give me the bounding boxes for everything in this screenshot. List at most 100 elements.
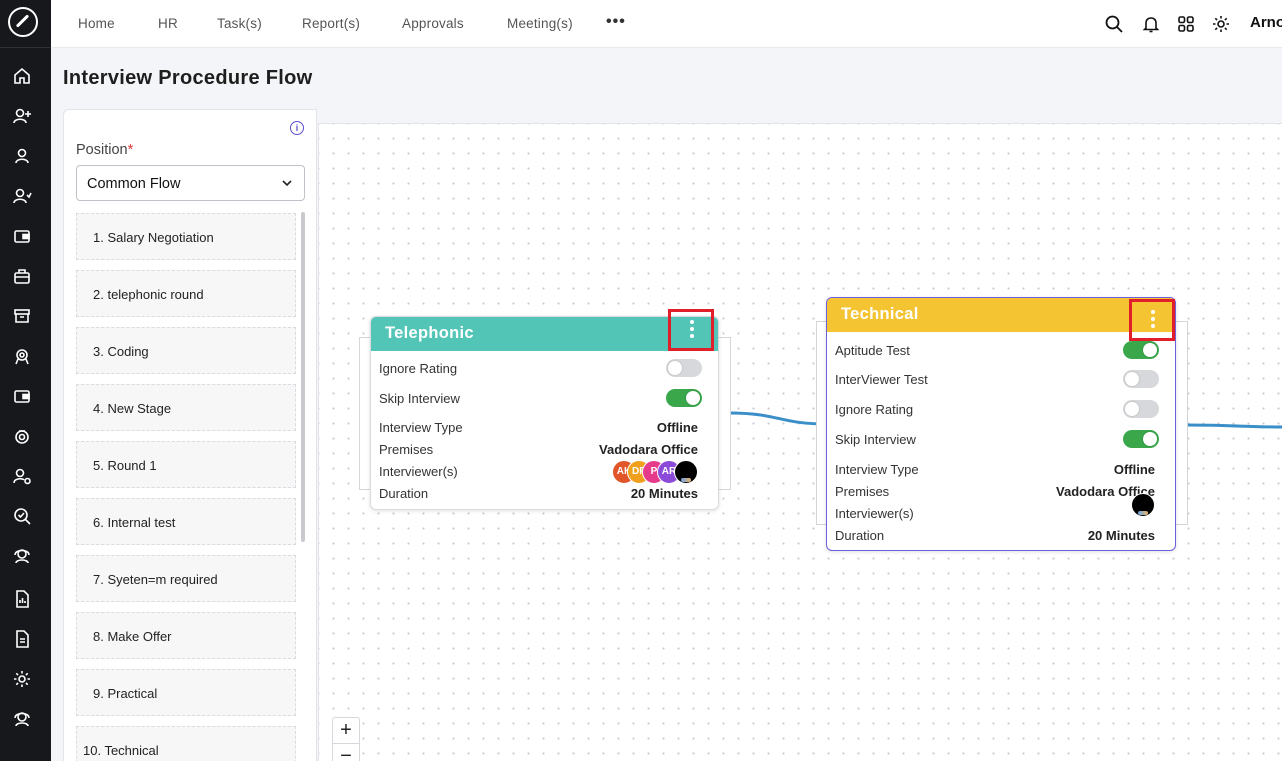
duration-row: Duration 20 Minutes [835,528,1167,546]
interview-type-value: Offline [1113,462,1155,477]
document-icon[interactable] [12,629,32,649]
gear-icon[interactable] [1211,14,1231,34]
interviewer-avatars: AK DP P AR [612,460,702,484]
ignore-rating-toggle[interactable] [1123,400,1159,418]
settings-icon[interactable] [12,669,32,689]
interview-type-label: Interview Type [835,462,919,477]
interviewer-test-label: InterViewer Test [835,372,928,387]
skip-interview-row: Skip Interview [835,430,1167,450]
stage-item[interactable]: 3. Coding [76,327,296,374]
premises-value: Vadodara Office [599,442,698,457]
interviewer-avatars [1069,493,1159,517]
skip-interview-label: Skip Interview [835,432,916,447]
user-settings-icon[interactable] [12,466,32,486]
stage-item[interactable]: 1. Salary Negotiation [76,213,296,260]
duration-label: Duration [835,528,885,543]
user-name[interactable]: Arno [1250,14,1282,31]
duration-label: Duration [379,486,429,501]
telephonic-node-title: Telephonic [385,324,474,342]
kebab-dot [1151,317,1155,321]
technical-more-menu-button[interactable] [1129,299,1175,341]
chevron-down-icon [282,180,292,187]
kebab-dot [1151,310,1155,314]
user-icon[interactable] [12,146,32,166]
position-label: Position* [76,142,133,158]
search-icon[interactable] [1104,14,1124,34]
kebab-dot [690,320,694,324]
interview-type-label: Interview Type [379,420,463,435]
stage-item[interactable]: 9. Practical [76,669,296,716]
report-icon[interactable] [12,589,32,609]
search-check-icon[interactable] [12,506,32,526]
edge-telephonic-technical [728,411,828,426]
aptitude-test-toggle[interactable] [1123,341,1159,359]
left-sidebar [0,0,51,761]
card-icon[interactable] [12,386,32,406]
stage-item[interactable]: 7. Syeten=m required [76,555,296,602]
ignore-rating-label: Ignore Rating [835,402,914,417]
nav-hr[interactable]: HR [158,16,178,31]
nav-meetings[interactable]: Meeting(s) [507,16,573,31]
aptitude-test-label: Aptitude Test [835,343,910,358]
interviewers-label: Interviewer(s) [835,506,914,521]
award-icon[interactable] [12,346,32,366]
stage-item[interactable]: 8. Make Offer [76,612,296,659]
duration-value: 20 Minutes [1087,528,1155,543]
info-icon[interactable]: i [290,121,304,135]
avatar[interactable] [674,460,698,484]
flow-canvas[interactable]: Telephonic Ignore Rating Skip Interview … [318,123,1282,761]
avatar[interactable] [1131,493,1155,517]
skip-interview-toggle[interactable] [666,389,702,407]
interviewer-test-row: InterViewer Test [835,370,1167,390]
technical-node-title: Technical [841,305,919,323]
stage-item[interactable]: 10. Technical [76,726,296,761]
nav-home[interactable]: Home [78,16,115,31]
premises-label: Premises [379,442,434,457]
zoom-out-button[interactable]: − [333,743,359,761]
edge-technical-next [1186,423,1282,429]
stage-item[interactable]: 4. New Stage [76,384,296,431]
headset-icon[interactable] [12,546,32,566]
duration-value: 20 Minutes [630,486,698,501]
home-icon[interactable] [12,66,32,86]
interviewers-row: Interviewer(s) AK DP P AR [379,460,710,484]
grid-icon[interactable] [1176,14,1196,34]
app-logo-icon[interactable] [8,7,38,37]
premises-label: Premises [835,484,890,499]
interviewers-label: Interviewer(s) [379,464,458,479]
stage-item[interactable]: 6. Internal test [76,498,296,545]
wallet-icon[interactable] [12,226,32,246]
interview-type-row: Interview Type Offline [835,462,1167,480]
nav-reports[interactable]: Report(s) [302,16,360,31]
interview-type-row: Interview Type Offline [379,420,710,438]
kebab-dot [690,327,694,331]
position-select-value: Common Flow [87,176,181,192]
badge-icon[interactable] [12,426,32,446]
ignore-rating-toggle[interactable] [666,359,702,377]
stage-panel: i Position* Common Flow 1. Salary Negoti… [63,109,317,761]
skip-interview-toggle[interactable] [1123,430,1159,448]
stage-list-scrollbar[interactable] [301,212,305,542]
user-add-icon[interactable] [12,186,32,206]
nav-approvals[interactable]: Approvals [402,16,464,31]
ignore-rating-row: Ignore Rating [379,359,710,379]
telephonic-more-menu-button[interactable] [668,309,714,351]
zoom-in-button[interactable]: + [333,718,359,743]
skip-interview-label: Skip Interview [379,391,460,406]
nav-more-button[interactable]: ••• [606,13,626,31]
zoom-controls: + − [332,717,360,761]
briefcase-icon[interactable] [12,266,32,286]
kebab-dot [1151,324,1155,328]
user-plus-icon[interactable] [12,106,32,126]
technical-node[interactable]: Technical Aptitude Test InterViewer Test… [826,297,1176,551]
nav-tasks[interactable]: Task(s) [217,16,262,31]
archive-icon[interactable] [12,306,32,326]
aptitude-test-row: Aptitude Test [835,341,1167,361]
interviewer-test-toggle[interactable] [1123,370,1159,388]
bell-icon[interactable] [1141,14,1161,34]
position-select[interactable]: Common Flow [76,165,305,201]
telephonic-node[interactable]: Telephonic Ignore Rating Skip Interview … [370,309,719,510]
stage-item[interactable]: 2. telephonic round [76,270,296,317]
support-icon[interactable] [12,709,32,729]
stage-item[interactable]: 5. Round 1 [76,441,296,488]
